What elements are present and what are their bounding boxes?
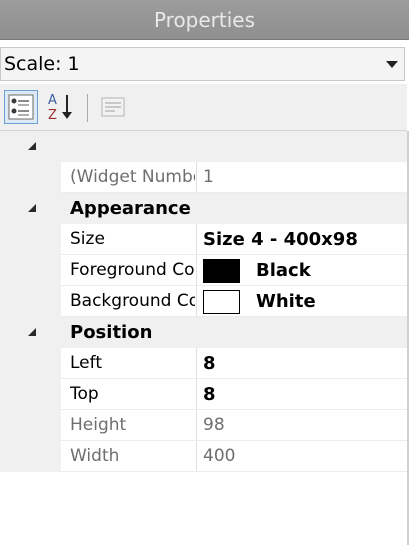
property-row-foreground-color[interactable]: Foreground Color Black bbox=[0, 255, 407, 286]
toolbar-separator bbox=[87, 94, 88, 122]
category-row-position[interactable]: Position bbox=[0, 317, 407, 348]
property-row-width[interactable]: Width 400 bbox=[0, 441, 407, 472]
properties-panel: Properties Scale: 1 A Z (Widget Numb 1 A… bbox=[0, 0, 409, 545]
sort-az-icon: A Z bbox=[48, 93, 72, 123]
property-name: Foreground Color bbox=[70, 260, 195, 280]
property-name: (Widget Number) bbox=[70, 167, 195, 187]
categorized-button[interactable] bbox=[4, 90, 38, 124]
chevron-down-icon[interactable] bbox=[386, 61, 398, 68]
property-value[interactable]: 8 bbox=[203, 379, 216, 410]
property-grid: (Widget Number) 1 Appearance Size Size 4… bbox=[0, 131, 407, 545]
category-row-misc[interactable] bbox=[0, 131, 407, 162]
svg-text:Z: Z bbox=[48, 108, 57, 123]
property-value[interactable]: 8 bbox=[203, 348, 216, 379]
property-name: Top bbox=[70, 384, 99, 404]
property-row-top[interactable]: Top 8 bbox=[0, 379, 407, 410]
collapse-triangle-icon[interactable] bbox=[28, 142, 36, 150]
property-value[interactable]: Black bbox=[256, 255, 311, 286]
property-value: 400 bbox=[203, 446, 236, 466]
property-value: 1 bbox=[203, 167, 214, 187]
property-value[interactable]: White bbox=[256, 286, 316, 317]
categorized-icon bbox=[8, 94, 34, 120]
alphabetical-button[interactable]: A Z bbox=[44, 90, 78, 124]
color-swatch bbox=[203, 290, 240, 314]
property-row-left[interactable]: Left 8 bbox=[0, 348, 407, 379]
property-row-background-color[interactable]: Background Color White bbox=[0, 286, 407, 317]
property-toolbar: A Z bbox=[0, 84, 407, 131]
panel-title: Properties bbox=[153, 7, 256, 32]
property-name: Background Color bbox=[70, 291, 195, 311]
panel-title-bar: Properties bbox=[0, 0, 409, 40]
svg-text:A: A bbox=[48, 93, 57, 108]
property-name: Left bbox=[70, 353, 102, 373]
property-name: Width bbox=[70, 446, 120, 466]
property-row-widget-number[interactable]: (Widget Number) 1 bbox=[0, 162, 407, 193]
collapse-triangle-icon[interactable] bbox=[28, 204, 36, 212]
category-row-appearance[interactable]: Appearance bbox=[0, 193, 407, 224]
category-label bbox=[70, 131, 390, 162]
scale-select[interactable]: Scale: 1 bbox=[0, 47, 405, 81]
property-value: 98 bbox=[203, 415, 225, 435]
property-pages-button[interactable] bbox=[96, 90, 130, 124]
property-name: Height bbox=[70, 415, 127, 435]
category-label: Position bbox=[70, 322, 153, 343]
category-label: Appearance bbox=[70, 198, 191, 219]
property-row-size[interactable]: Size Size 4 - 400x98 bbox=[0, 224, 407, 255]
property-pages-icon bbox=[101, 97, 125, 117]
property-name: Size bbox=[70, 229, 105, 249]
collapse-triangle-icon[interactable] bbox=[28, 328, 36, 336]
property-value[interactable]: Size 4 - 400x98 bbox=[203, 224, 358, 255]
scale-select-value: Scale: 1 bbox=[4, 53, 80, 75]
property-row-height[interactable]: Height 98 bbox=[0, 410, 407, 441]
color-swatch bbox=[203, 259, 240, 283]
